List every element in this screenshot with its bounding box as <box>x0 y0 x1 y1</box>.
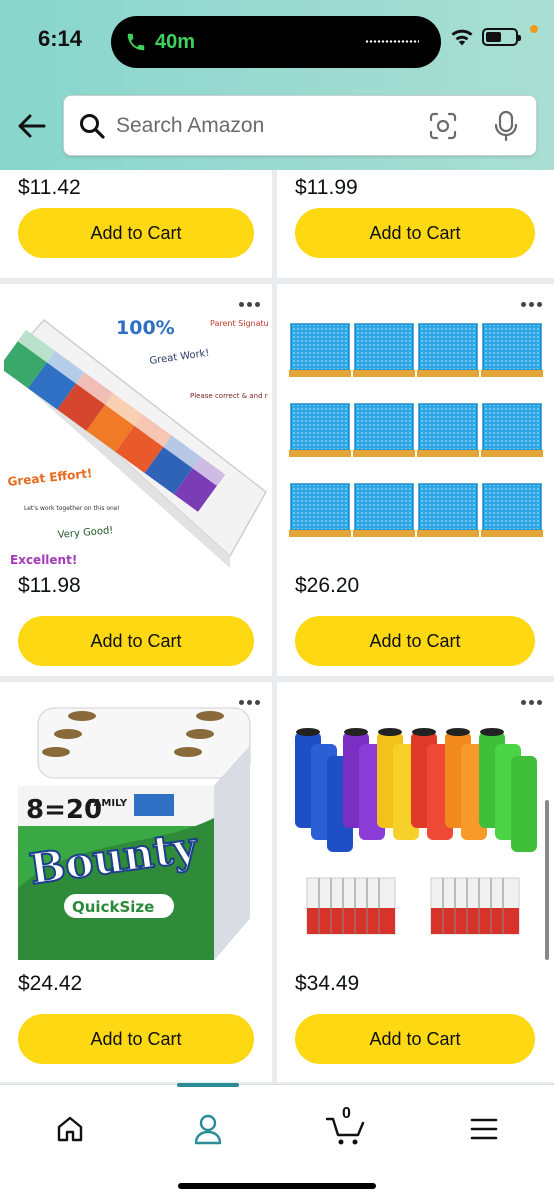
product-card[interactable]: $11.99 Add to Cart <box>277 170 554 278</box>
scrollbar[interactable] <box>545 800 549 960</box>
note-text: Great Work! <box>149 348 210 367</box>
product-price: $24.42 <box>18 972 83 995</box>
active-tab-indicator <box>177 1083 239 1087</box>
note-text: Excellent! <box>10 553 77 567</box>
profile-icon <box>194 1114 222 1145</box>
camera-scan-icon[interactable] <box>428 111 458 141</box>
count-label: FAMILY <box>88 798 128 809</box>
privacy-indicator-dot <box>530 25 538 33</box>
product-card[interactable]: $34.49 Add to Cart <box>277 682 554 1082</box>
add-to-cart-button[interactable]: Add to Cart <box>295 1014 535 1064</box>
nav-menu[interactable] <box>454 1099 514 1159</box>
home-indicator <box>178 1183 376 1189</box>
product-card[interactable]: 8=20 FAMILY Bounty QuickSize $24.42 Add … <box>0 682 272 1082</box>
product-image[interactable] <box>281 300 545 568</box>
battery-icon <box>482 28 521 46</box>
dynamic-island[interactable]: 40m <box>111 16 441 68</box>
add-to-cart-button[interactable]: Add to Cart <box>295 616 535 666</box>
nav-profile[interactable] <box>178 1099 238 1159</box>
flashlights-image <box>295 728 537 935</box>
header: 6:14 40m <box>0 0 554 170</box>
blue-mesh-boards-image <box>289 323 543 537</box>
note-text: Very Good! <box>57 525 114 541</box>
note-text: Please correct & and return <box>190 392 268 400</box>
add-to-cart-button[interactable]: Add to Cart <box>18 208 254 258</box>
wifi-icon <box>451 29 473 46</box>
product-price: $11.42 <box>18 176 81 199</box>
product-price: $11.98 <box>18 574 81 597</box>
search-input[interactable] <box>116 108 416 144</box>
product-image[interactable] <box>281 698 545 966</box>
variant-label: QuickSize <box>72 898 154 916</box>
note-text: Let's work together on this one! <box>24 505 120 512</box>
add-to-cart-button[interactable]: Add to Cart <box>18 1014 254 1064</box>
audio-waveform-icon <box>365 40 419 43</box>
phone-icon <box>127 33 145 51</box>
product-image[interactable]: 100% Parent Signature Great Work! Please… <box>4 300 268 568</box>
back-arrow-icon <box>18 114 46 138</box>
add-to-cart-button[interactable]: Add to Cart <box>295 208 535 258</box>
back-button[interactable] <box>14 108 50 144</box>
note-text: Parent Signature <box>210 319 268 328</box>
product-price: $34.49 <box>295 972 360 995</box>
nav-home[interactable] <box>40 1099 100 1159</box>
bounty-paper-towels-image: 8=20 FAMILY Bounty QuickSize <box>18 707 251 960</box>
status-bar: 6:14 40m <box>0 0 554 84</box>
search-bar[interactable] <box>63 95 537 156</box>
product-price: $26.20 <box>295 574 360 597</box>
note-text: Great Effort! <box>7 466 93 489</box>
sticky-notes-image: 100% Parent Signature Great Work! Please… <box>4 317 268 568</box>
call-indicator[interactable]: 40m <box>125 27 195 57</box>
headline-text: 100% <box>116 317 175 339</box>
add-to-cart-button[interactable]: Add to Cart <box>18 616 254 666</box>
microphone-icon[interactable] <box>492 110 520 142</box>
call-duration: 40m <box>155 30 196 53</box>
cart-count-badge: 0 <box>342 1105 351 1122</box>
status-indicators <box>450 25 538 46</box>
home-icon <box>57 1116 83 1142</box>
search-icon <box>80 114 105 139</box>
product-image[interactable]: 8=20 FAMILY Bounty QuickSize <box>4 698 268 966</box>
product-card[interactable]: $26.20 Add to Cart <box>277 284 554 676</box>
menu-icon <box>470 1118 498 1140</box>
product-card[interactable]: $11.42 Add to Cart <box>0 170 272 278</box>
product-card[interactable]: 100% Parent Signature Great Work! Please… <box>0 284 272 676</box>
bottom-navigation: 0 <box>0 1083 554 1200</box>
product-grid: $11.42 Add to Cart $11.99 Add to Cart 10… <box>0 170 554 1084</box>
status-time: 6:14 <box>38 26 83 51</box>
product-price: $11.99 <box>295 176 358 199</box>
nav-cart[interactable]: 0 <box>316 1099 376 1159</box>
